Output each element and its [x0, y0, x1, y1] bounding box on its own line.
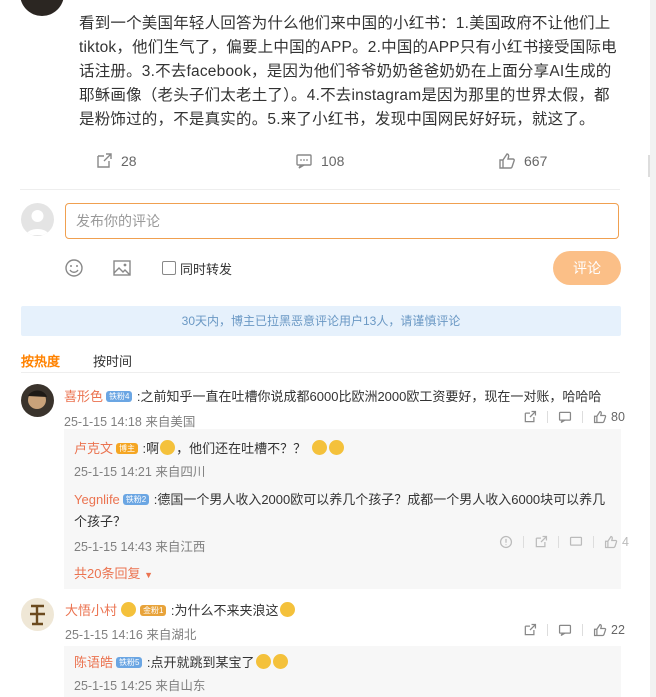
username[interactable]: 大悟小村 — [65, 603, 117, 618]
username[interactable]: 陈语皓 — [74, 655, 113, 670]
like-count: 22 — [611, 623, 625, 637]
like-count: 667 — [524, 153, 548, 169]
reply-location: 来自四川 — [155, 465, 206, 479]
emoji-icon — [160, 440, 176, 455]
like-count: 80 — [611, 410, 625, 424]
thumbs-up-icon[interactable] — [604, 535, 618, 549]
emoji-icon — [272, 654, 288, 669]
comment-icon[interactable] — [558, 410, 572, 424]
comment-location: 来自湖北 — [146, 628, 197, 642]
comment: 大悟小村 金粉1 :为什么不来夹浪这 — [65, 600, 625, 620]
tab-hot[interactable]: 按热度 — [21, 351, 60, 370]
my-avatar — [21, 203, 54, 236]
repost-icon — [97, 153, 112, 168]
tab-divider — [21, 372, 620, 373]
username[interactable]: Yegnlife — [74, 492, 120, 507]
reply-time: 25-1-15 14:43 — [74, 540, 152, 554]
alert-icon[interactable] — [499, 535, 513, 549]
username[interactable]: 喜形色 — [64, 389, 103, 404]
comment-icon[interactable] — [569, 535, 583, 549]
reply-meta: 25-1-15 14:21 来自四川 — [74, 461, 205, 480]
reply-meta: 25-1-15 14:25 来自山东 — [74, 675, 205, 694]
repost-checkbox-label: 同时转发 — [180, 262, 233, 277]
comment-icon — [296, 154, 312, 169]
author-badge: 博主 — [116, 443, 139, 455]
comment-count: 108 — [321, 153, 345, 169]
username[interactable]: 卢克文 — [74, 441, 113, 456]
emoji-icon — [328, 440, 344, 455]
more-replies-label: 共20条回复 — [74, 566, 141, 581]
fan-badge: 铁粉4 — [106, 391, 133, 403]
reply-location: 来自江西 — [155, 540, 206, 554]
comment-text: :为什么不来夹浪这 — [170, 603, 279, 618]
reply: Yegnlife 铁粉2 :德国一个男人收入2000欧可以养几个孩子？成都一个男人… — [74, 489, 614, 533]
emoji-icon — [255, 654, 271, 669]
thumbs-up-icon — [499, 153, 515, 169]
reply: 卢克文 博主 :啊 ，他们还在吐槽不？？ — [74, 438, 614, 458]
repost-button[interactable]: 28 — [95, 152, 137, 170]
reply-text: :德国一个男人收入2000欧可以养几个孩子？成都一个男人收入6000块可以养几个… — [74, 492, 606, 529]
reply-meta: 25-1-15 14:43 来自江西 — [74, 536, 205, 555]
emoji-icon — [311, 440, 327, 455]
thumbs-up-icon[interactable] — [593, 623, 607, 637]
tab-time[interactable]: 按时间 — [93, 351, 132, 370]
repost-checkbox[interactable] — [162, 261, 176, 275]
comment-input[interactable]: 发布你的评论 — [65, 203, 619, 239]
comment-text: :之前知乎一直在吐槽你说成都6000比欧洲2000欧工资要好，现在一对账，哈哈哈 — [136, 389, 602, 404]
avatar[interactable] — [21, 598, 54, 631]
reply-time: 25-1-15 14:25 — [74, 679, 152, 693]
comment-button[interactable]: 108 — [295, 152, 344, 170]
divider — [20, 189, 620, 190]
comment-actions: 22 — [523, 623, 625, 637]
reply-text: ，他们还在吐槽不？？ — [176, 441, 307, 456]
reply-time: 25-1-15 14:21 — [74, 465, 152, 479]
fan-badge: 铁粉2 — [122, 494, 150, 506]
fan-badge: 金粉1 — [140, 605, 167, 617]
repost-icon[interactable] — [534, 535, 548, 549]
fan-badge: 铁粉5 — [116, 657, 143, 669]
thumbs-up-icon[interactable] — [593, 410, 607, 424]
blacklist-notice: 30天内，博主已拉黑恶意评论用户13人，请谨慎评论 — [21, 306, 621, 336]
image-icon[interactable] — [112, 258, 132, 278]
like-button[interactable]: 667 — [498, 152, 547, 170]
more-replies-link[interactable]: 共20条回复 ▼ — [74, 563, 153, 582]
author-avatar[interactable] — [20, 0, 64, 16]
like-count: 4 — [622, 535, 629, 549]
chevron-down-icon: ▼ — [144, 570, 154, 580]
reply-actions: 4 — [499, 535, 629, 549]
comment-icon[interactable] — [558, 623, 572, 637]
gutter-mark — [648, 155, 650, 177]
emoji-icon — [279, 602, 295, 617]
comment-location: 来自美国 — [145, 415, 196, 429]
emoji-icon[interactable] — [64, 258, 84, 278]
reply-text: :点开就跳到某宝了 — [146, 655, 255, 670]
comment-meta: 25-1-15 14:16 来自湖北 — [65, 624, 196, 643]
scrollbar[interactable] — [650, 0, 656, 697]
comment-time: 25-1-15 14:18 — [64, 415, 142, 429]
comment-time: 25-1-15 14:16 — [65, 628, 143, 642]
repost-icon[interactable] — [523, 623, 537, 637]
reply-text: :啊 — [142, 441, 160, 456]
reply-location: 来自山东 — [155, 679, 206, 693]
emoji-icon — [121, 602, 137, 617]
comment: 喜形色 铁粉4 :之前知乎一直在吐槽你说成都6000比欧洲2000欧工资要好，现在… — [64, 386, 624, 406]
reply: 陈语皓 铁粉5 :点开就跳到某宝了 — [74, 652, 614, 672]
comment-meta: 25-1-15 14:18 来自美国 — [64, 411, 195, 430]
repost-count: 28 — [121, 153, 137, 169]
post-text: 看到一个美国年轻人回答为什么他们来中国的小红书：1.美国政府不让他们上tikto… — [79, 15, 617, 128]
comment-actions: 80 — [523, 410, 625, 424]
avatar[interactable] — [21, 384, 54, 417]
submit-comment-button[interactable]: 评论 — [553, 251, 621, 285]
repost-icon[interactable] — [523, 410, 537, 424]
